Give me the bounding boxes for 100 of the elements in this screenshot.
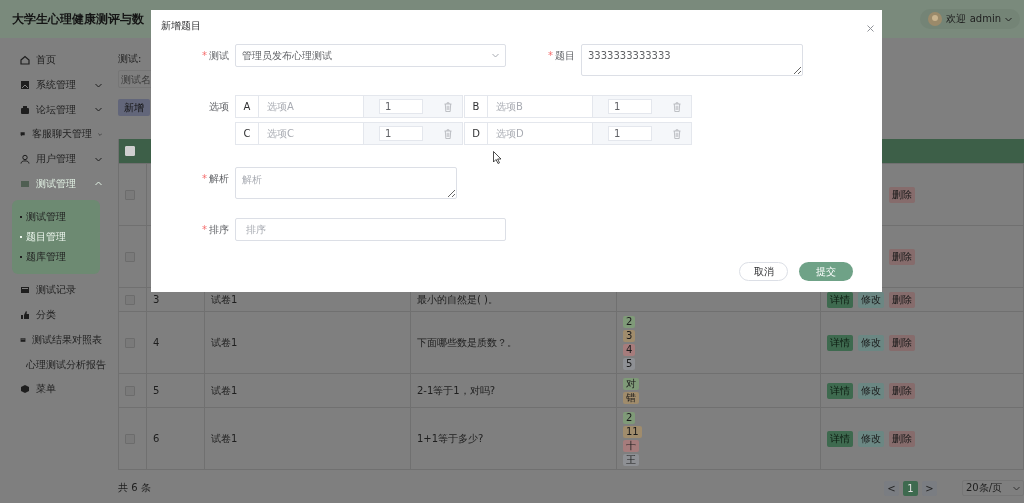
delete-button[interactable]: 删除 xyxy=(889,382,915,399)
trash-icon[interactable] xyxy=(673,128,681,139)
required-mark: * xyxy=(202,173,207,184)
cursor-icon xyxy=(493,151,502,164)
table-cell: 6 xyxy=(153,433,160,444)
option-field[interactable]: 选项A xyxy=(259,95,364,118)
sidebar-item[interactable]: 测试结果对照表 xyxy=(0,327,110,353)
option-tag: 11 xyxy=(623,425,642,438)
sidebar-item[interactable]: 用户管理 xyxy=(0,146,110,172)
option-field[interactable]: 选项C xyxy=(259,122,364,145)
sidebar-item[interactable]: 心理测试分析报告 xyxy=(0,352,110,377)
table-cell: 1+1等于多少? xyxy=(417,431,484,446)
table-cell: 5 xyxy=(153,385,160,396)
submenu-item[interactable]: 题库管理 xyxy=(20,248,100,267)
thumb-icon xyxy=(20,310,30,321)
score-field[interactable]: 1 xyxy=(608,99,652,114)
close-icon[interactable] xyxy=(867,25,874,32)
sidebar-item[interactable]: 首页 xyxy=(0,48,110,73)
printer-icon xyxy=(20,104,30,115)
option-tag: 4 xyxy=(623,343,636,356)
search-label: 测试: xyxy=(118,52,142,66)
option-letter: C xyxy=(235,122,259,145)
cancel-button[interactable]: 取消 xyxy=(739,262,788,281)
card-icon xyxy=(20,178,30,189)
user-icon xyxy=(20,154,30,165)
input-field[interactable]: 排序 xyxy=(235,218,506,241)
option-tag: 错 xyxy=(623,391,639,404)
score-field[interactable]: 1 xyxy=(379,126,423,141)
total-count: 共 6 条 xyxy=(118,481,152,495)
details-button[interactable]: 详情 xyxy=(827,430,853,447)
required-mark: * xyxy=(202,50,207,61)
sidebar-item[interactable]: 测试记录 xyxy=(0,278,110,303)
edit-button[interactable]: 修改 xyxy=(858,334,884,351)
table-cell: 试卷1 xyxy=(211,335,238,350)
delete-button[interactable]: 删除 xyxy=(889,430,915,447)
option-tag: 王 xyxy=(623,453,639,466)
chevron-down-icon xyxy=(1013,485,1020,491)
page-size-select[interactable]: 20条/页 xyxy=(962,480,1024,496)
option-tag: 2 xyxy=(623,315,636,328)
sidebar-item[interactable]: 系统管理 xyxy=(0,72,110,98)
card-icon xyxy=(20,285,30,296)
sidebar-item[interactable]: 分类 xyxy=(0,302,110,328)
delete-button[interactable]: 删除 xyxy=(889,248,915,265)
edit-button[interactable]: 修改 xyxy=(858,382,884,399)
chevron-down-icon xyxy=(492,53,499,58)
image-icon xyxy=(20,80,30,91)
home-icon xyxy=(20,55,30,66)
sidebar-item[interactable]: 论坛管理 xyxy=(0,97,110,123)
app-title: 大学生心理健康测评与数 xyxy=(12,10,144,28)
prev-page-button[interactable]: < xyxy=(884,480,899,496)
table-cell: 2-1等于1，对吗? xyxy=(417,383,495,398)
details-button[interactable]: 详情 xyxy=(827,334,853,351)
sidebar-item[interactable]: 菜单 xyxy=(0,376,110,402)
option-letter: D xyxy=(464,122,488,145)
option-tag: 2 xyxy=(623,411,636,424)
field-label: 排序 xyxy=(209,222,229,237)
text-area[interactable]: 3333333333333 xyxy=(581,44,803,76)
next-page-button[interactable]: > xyxy=(922,480,937,496)
user-menu[interactable]: 欢迎 admin xyxy=(920,9,1020,29)
score-field[interactable]: 1 xyxy=(379,99,423,114)
table-cell: 试卷1 xyxy=(211,431,238,446)
field-label: 选项 xyxy=(209,99,229,114)
score-field[interactable]: 1 xyxy=(608,126,652,141)
dialog-title: 新增题目 xyxy=(161,19,201,33)
option-letter: B xyxy=(464,95,488,118)
submit-button[interactable]: 提交 xyxy=(799,262,853,281)
table-cell: 试卷1 xyxy=(211,383,238,398)
chevron-down-icon xyxy=(1005,16,1012,22)
delete-button[interactable]: 删除 xyxy=(889,186,915,203)
details-button[interactable]: 详情 xyxy=(827,382,853,399)
submenu-item[interactable]: 测试管理 xyxy=(20,208,100,227)
field-label: 题目 xyxy=(555,48,575,63)
cube-icon xyxy=(20,384,30,395)
required-mark: * xyxy=(548,50,553,61)
table-cell: 最小的自然是( )。 xyxy=(417,292,498,307)
trash-icon[interactable] xyxy=(444,128,452,139)
avatar-icon xyxy=(928,12,943,26)
field-label: 解析 xyxy=(209,171,229,186)
option-field[interactable]: 选项B xyxy=(488,95,593,118)
field-label: 测试 xyxy=(209,48,229,63)
test-select[interactable]: 管理员发布心理测试 xyxy=(235,44,506,67)
submenu-item[interactable]: 题目管理 xyxy=(20,228,100,247)
option-field[interactable]: 选项D xyxy=(488,122,593,145)
table-cell: 4 xyxy=(153,337,160,348)
text-area[interactable]: 解析 xyxy=(235,167,457,199)
trash-icon[interactable] xyxy=(444,101,452,112)
add-button[interactable]: 新增 xyxy=(118,99,150,116)
delete-button[interactable]: 删除 xyxy=(889,291,915,308)
table-cell: 下面哪些数是质数？。 xyxy=(417,335,517,350)
trash-icon[interactable] xyxy=(673,101,681,112)
delete-button[interactable]: 删除 xyxy=(889,334,915,351)
option-tag: 3 xyxy=(623,329,636,342)
option-tag: 十 xyxy=(623,439,639,452)
required-mark: * xyxy=(202,224,207,235)
edit-button[interactable]: 修改 xyxy=(858,430,884,447)
table-cell: 3 xyxy=(153,294,160,305)
sidebar-item[interactable]: 测试管理 xyxy=(0,171,110,197)
option-tag: 5 xyxy=(623,357,636,370)
page-button[interactable]: 1 xyxy=(903,480,918,496)
sidebar-item[interactable]: 客服聊天管理 xyxy=(0,122,110,147)
